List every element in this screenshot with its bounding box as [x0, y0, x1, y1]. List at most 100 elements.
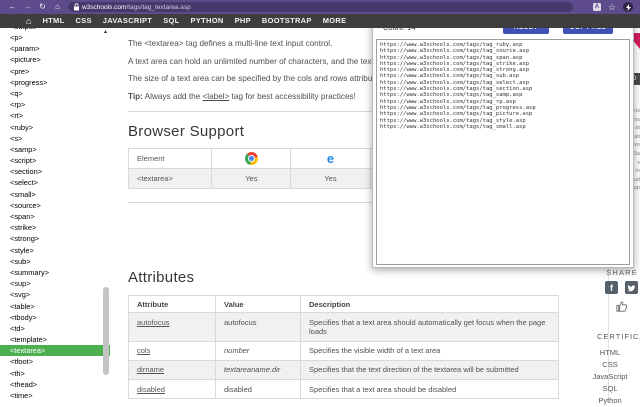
- bolt-glyph: [625, 3, 631, 11]
- sidebar-item[interactable]: <select>: [0, 177, 110, 188]
- sidebar-item[interactable]: <source>: [0, 200, 110, 211]
- sidebar-item[interactable]: <strong>: [0, 233, 110, 244]
- certificate-link[interactable]: JavaScript: [585, 371, 635, 383]
- attribute-link[interactable]: dirname: [137, 365, 164, 374]
- attribute-col-header: Attribute: [128, 294, 216, 314]
- table-row: autofocus autofocus Specifies that a tex…: [128, 312, 559, 342]
- sidebar-item[interactable]: <tfoot>: [0, 356, 110, 367]
- tip-text: Always add the: [142, 91, 203, 101]
- extension-popup: Count: 14 RESET COPY ALL https://www.w3s…: [372, 14, 634, 268]
- chrome-icon: [244, 152, 258, 165]
- sidebar-item[interactable]: <style>: [0, 245, 110, 256]
- sidebar-item[interactable]: <tbody>: [0, 312, 110, 323]
- back-icon[interactable]: ←: [5, 0, 20, 14]
- attributes-heading: Attributes: [128, 269, 195, 286]
- certificate-link[interactable]: HTML: [585, 347, 635, 359]
- sidebar-item[interactable]: <span>: [0, 211, 110, 222]
- attributes-header-row: Attribute Value Description: [128, 294, 559, 314]
- twitter-icon[interactable]: [625, 281, 638, 294]
- social-icons: f: [605, 281, 638, 294]
- attribute-description: Specifies that a text area should automa…: [300, 312, 559, 342]
- w3schools-top-nav: ⌂ HTML CSS JAVASCRIPT SQL PYTHON PHP BOOTSTRAP…: [0, 14, 640, 28]
- nav-items: HTML CSS JAVASCRIPT SQL PYTHON PHP BOOTSTRAP MO…: [42, 14, 346, 28]
- table-row: cols number Specifies the visible width …: [128, 340, 559, 361]
- sidebar-item[interactable]: <rp>: [0, 99, 110, 110]
- nav-home-icon[interactable]: ⌂: [26, 14, 31, 28]
- sidebar-item[interactable]: <template>: [0, 334, 110, 345]
- sidebar-item[interactable]: <td>: [0, 323, 110, 334]
- attributes-table: Attribute Value Description autofocus au…: [128, 294, 559, 400]
- certificate-link[interactable]: CSS: [585, 359, 635, 371]
- bookmark-star-icon[interactable]: ☆: [608, 2, 616, 12]
- nav-item[interactable]: JAVASCRIPT: [103, 14, 152, 28]
- attribute-description: Specifies that a text area should be dis…: [300, 379, 559, 400]
- share-label: SHARE: [606, 268, 638, 277]
- sidebar-item[interactable]: <s>: [0, 133, 110, 144]
- certificates-heading: CERTIFICATES: [597, 332, 640, 341]
- sidebar-item[interactable]: <pre>: [0, 66, 110, 77]
- twitter-bird-glyph: [627, 284, 636, 291]
- extension-icon[interactable]: [623, 2, 633, 12]
- description-col-header: Description: [300, 294, 559, 314]
- tip-label: Tip:: [128, 91, 143, 101]
- url-path: /tags/tag_textarea.asp: [126, 3, 191, 11]
- sidebar-item[interactable]: <sup>: [0, 278, 110, 289]
- attribute-link[interactable]: disabled: [137, 385, 165, 394]
- sidebar-item[interactable]: <q>: [0, 88, 110, 99]
- sidebar-item-textarea-selected[interactable]: <textarea>: [0, 345, 110, 357]
- sidebar-item[interactable]: <param>: [0, 43, 110, 54]
- sidebar-item[interactable]: <section>: [0, 166, 110, 177]
- sidebar-item[interactable]: <th>: [0, 368, 110, 379]
- sidebar-scrollbar-thumb[interactable]: [103, 287, 109, 375]
- sidebar-item[interactable]: <svg>: [0, 289, 110, 300]
- toolbar-right-icons: A ☆: [592, 2, 640, 12]
- url-list-item: https://www.w3schools.com/tags/tag_small…: [380, 123, 526, 130]
- sidebar-scroll-up-arrow[interactable]: ▲: [103, 30, 108, 35]
- nav-item[interactable]: PHP: [235, 14, 251, 28]
- facebook-icon[interactable]: f: [605, 281, 618, 294]
- nav-item[interactable]: SQL: [163, 14, 179, 28]
- attribute-link[interactable]: cols: [137, 346, 150, 355]
- sidebar-item[interactable]: <small>: [0, 189, 110, 200]
- element-cell: <textarea>: [127, 168, 213, 189]
- thumbs-up-icon[interactable]: [615, 299, 630, 319]
- sidebar-item[interactable]: <sub>: [0, 256, 110, 267]
- sidebar-item[interactable]: <p>: [0, 32, 110, 43]
- nav-item[interactable]: BOOTSTRAP: [262, 14, 312, 28]
- nav-item[interactable]: CSS: [75, 14, 91, 28]
- url-domain: w3schools.com: [82, 3, 127, 11]
- support-cell: Yes: [290, 168, 371, 189]
- translate-icon[interactable]: A: [592, 3, 601, 11]
- lock-icon: [74, 3, 79, 11]
- url-list-box[interactable]: https://www.w3schools.com/tags/tag_ruby.…: [376, 39, 630, 265]
- address-bar[interactable]: w3schools.com/tags/tag_textarea.asp: [68, 2, 573, 12]
- table-row: disabled disabled Specifies that a text …: [128, 379, 559, 400]
- sidebar-item[interactable]: <summary>: [0, 267, 110, 278]
- label-tag-link[interactable]: <label>: [202, 92, 229, 101]
- sidebar-item[interactable]: <rt>: [0, 110, 110, 121]
- forward-icon[interactable]: →: [20, 0, 35, 14]
- sidebar-item[interactable]: <script>: [0, 155, 110, 166]
- attribute-link[interactable]: autofocus: [137, 318, 170, 327]
- nav-item[interactable]: MORE: [323, 14, 347, 28]
- attribute-description: Specifies the visible width of a text ar…: [300, 340, 559, 361]
- sidebar-item[interactable]: <picture>: [0, 54, 110, 65]
- certificate-link[interactable]: Python: [585, 395, 635, 407]
- sidebar-item[interactable]: <samp>: [0, 144, 110, 155]
- sidebar-item[interactable]: <ruby>: [0, 122, 110, 133]
- nav-item[interactable]: HTML: [42, 14, 64, 28]
- element-header: Element: [127, 148, 213, 169]
- nav-item[interactable]: PYTHON: [191, 14, 224, 28]
- browser-toolbar: ← → ↻ ⌂ w3schools.com/tags/tag_textarea.…: [0, 0, 640, 14]
- sidebar-item[interactable]: <thead>: [0, 379, 110, 390]
- sidebar-item[interactable]: <table>: [0, 301, 110, 312]
- sidebar-item[interactable]: <strike>: [0, 222, 110, 233]
- tip-suffix: tag for best accessibility practices!: [229, 91, 356, 101]
- certificate-link[interactable]: SQL: [585, 383, 635, 395]
- certificates-list: HTML CSS JavaScript SQL Python: [585, 347, 635, 407]
- table-row: dirname textareaname.dir Specifies that …: [128, 359, 559, 381]
- browser-home-icon[interactable]: ⌂: [50, 0, 65, 14]
- reload-icon[interactable]: ↻: [35, 0, 50, 14]
- sidebar-item[interactable]: <progress>: [0, 77, 110, 88]
- sidebar-items-before: <p> <param> <picture> <pre> <progress> <q> <rp…: [0, 32, 110, 345]
